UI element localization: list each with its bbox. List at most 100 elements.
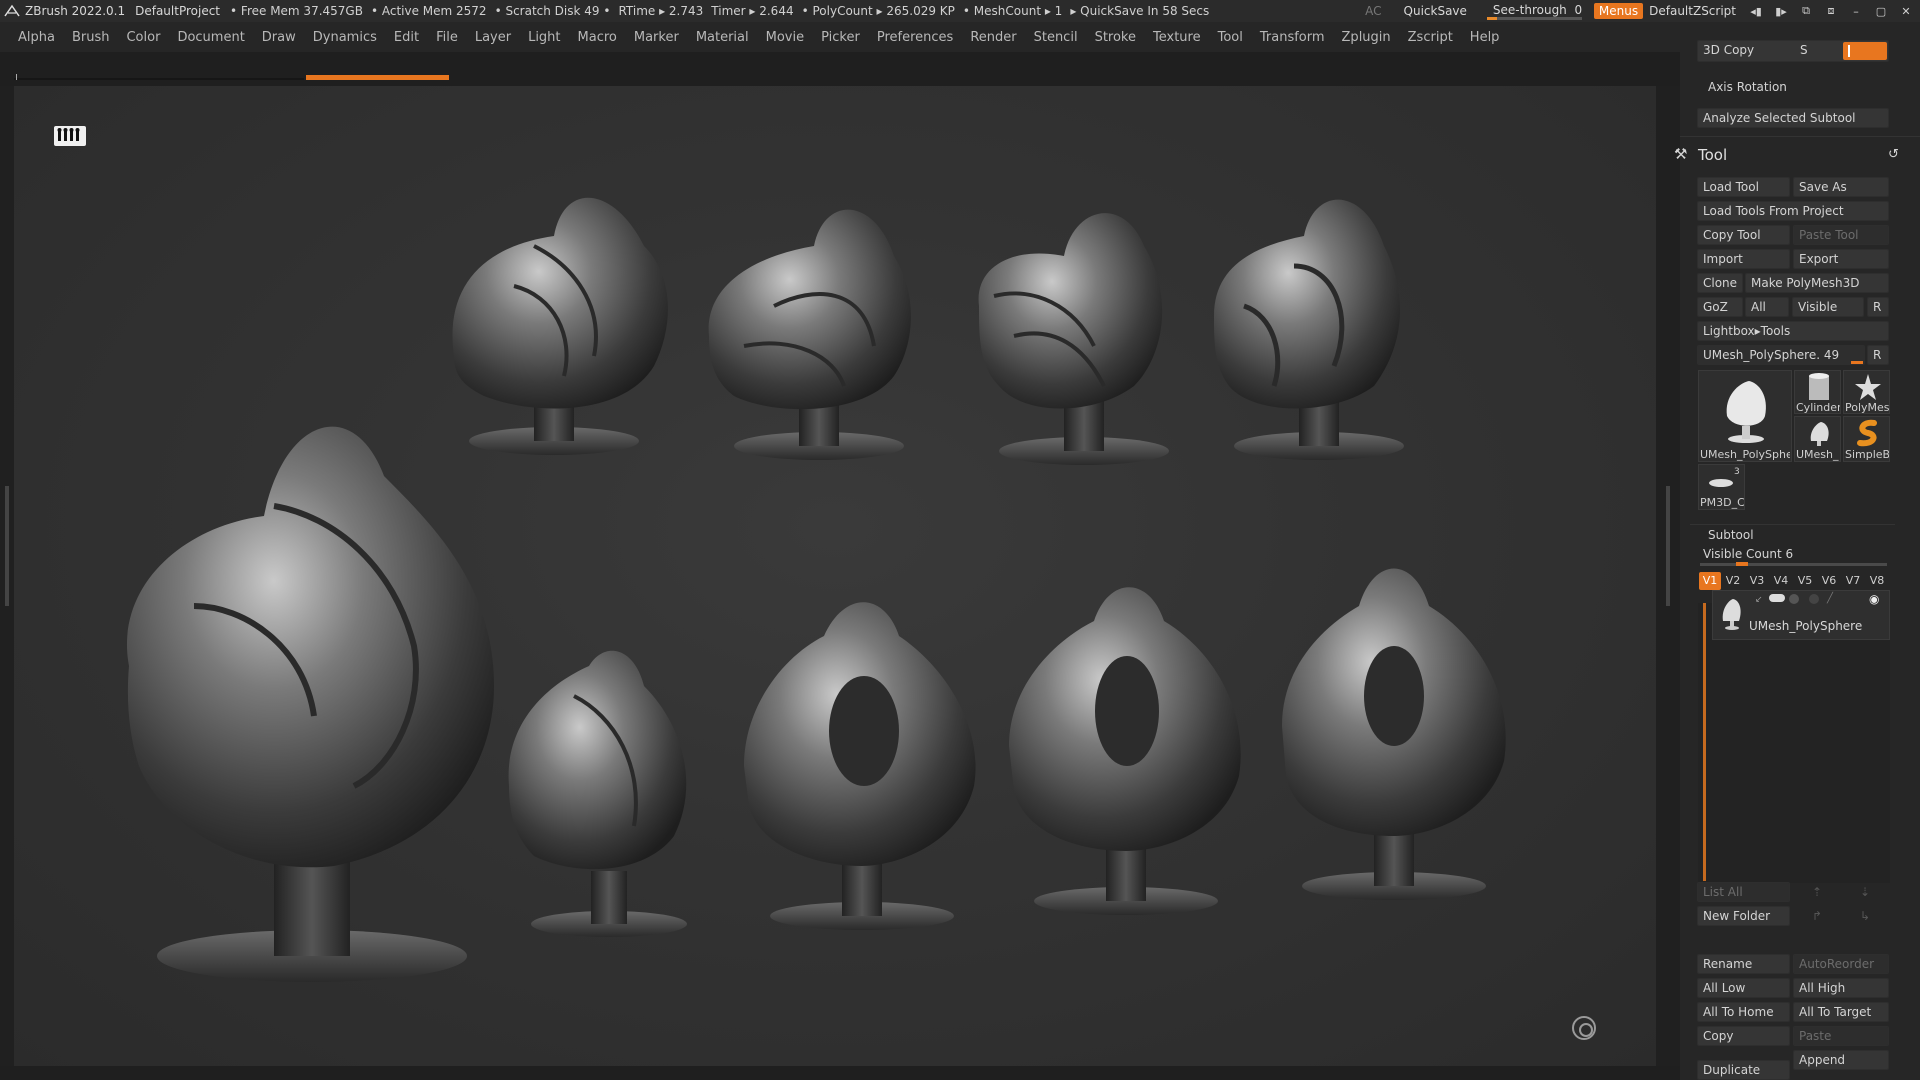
visibility-set-v1[interactable]: V1 [1699,572,1721,590]
list-all-button[interactable]: List All [1697,882,1790,902]
menu-preferences[interactable]: Preferences [877,30,953,45]
paste-button[interactable]: Paste [1793,1026,1889,1046]
see-through-slider[interactable]: See-through 0 [1486,2,1582,20]
subtool-toggle-icon[interactable] [1769,594,1785,602]
layout-left-icon[interactable]: ◂▮ [1748,4,1764,18]
subtool-pen-icon[interactable]: ╱ [1827,593,1833,604]
goz-visible-button[interactable]: Visible [1792,297,1864,317]
goz-all-button[interactable]: All [1745,297,1789,317]
tool-r-button[interactable]: R [1867,345,1889,365]
visible-count-slider[interactable]: Visible Count 6 [1703,547,1793,561]
menu-picker[interactable]: Picker [821,30,860,45]
visibility-set-v7[interactable]: V7 [1842,572,1864,590]
all-high-button[interactable]: All High [1793,978,1889,998]
perspective-gyro-icon[interactable] [1572,1016,1596,1040]
layout-right-icon[interactable]: ▮▸ [1773,4,1789,18]
menu-help[interactable]: Help [1470,30,1500,45]
menu-macro[interactable]: Macro [578,30,617,45]
right-tray-handle[interactable] [1666,486,1670,606]
folder-branch-icon[interactable]: ↳ [1860,909,1870,923]
menu-alpha[interactable]: Alpha [18,30,55,45]
load-tool-button[interactable]: Load Tool [1697,177,1790,197]
analyze-selected-subtool-button[interactable]: Analyze Selected Subtool [1697,108,1889,128]
visibility-set-v8[interactable]: V8 [1866,572,1888,590]
menu-dynamics[interactable]: Dynamics [313,30,377,45]
subtool-material-icon[interactable] [1809,594,1819,604]
menu-color[interactable]: Color [126,30,160,45]
current-tool-slider[interactable]: UMesh_PolySphere. 49 [1697,345,1865,365]
menu-tool[interactable]: Tool [1218,30,1243,45]
quicksave-button[interactable]: QuickSave [1404,4,1467,18]
subtool-item[interactable]: ↙ ╱ ◉ UMesh_PolySphere [1712,590,1890,640]
import-button[interactable]: Import [1697,249,1790,269]
tool-palette-title[interactable]: Tool [1698,146,1727,164]
copy-3d-button[interactable]: 3D Copy [1703,43,1754,57]
subtool-title[interactable]: Subtool [1708,528,1754,542]
ac-label[interactable]: AC [1365,4,1381,18]
default-zscript-button[interactable]: DefaultZScript [1649,4,1736,18]
make-polymesh3d-button[interactable]: Make PolyMesh3D [1745,273,1889,293]
lightbox-tools-button[interactable]: Lightbox▸Tools [1697,321,1889,341]
clone-button[interactable]: Clone [1697,273,1743,293]
menu-stroke[interactable]: Stroke [1095,30,1136,45]
paste-tool-button[interactable]: Paste Tool [1793,225,1889,245]
goz-button[interactable]: GoZ [1697,297,1743,317]
subtool-brush-icon[interactable]: ↙ [1755,595,1763,605]
subtool-polypaint-icon[interactable] [1789,594,1799,604]
move-down-icon[interactable]: ⇣ [1860,885,1870,899]
menu-transform[interactable]: Transform [1260,30,1325,45]
maximize-icon[interactable]: ▢ [1873,4,1889,18]
visibility-set-v5[interactable]: V5 [1794,572,1816,590]
visibility-set-v2[interactable]: V2 [1722,572,1744,590]
subtool-list[interactable] [1698,603,1890,883]
menu-render[interactable]: Render [970,30,1016,45]
new-folder-button[interactable]: New Folder [1697,906,1790,926]
subtool-eye-icon[interactable]: ◉ [1869,592,1879,606]
menu-zplugin[interactable]: Zplugin [1342,30,1391,45]
close-icon[interactable]: ✕ [1898,4,1914,18]
zbrush-logo-icon[interactable] [3,2,21,20]
axis-rotation-label[interactable]: Axis Rotation [1708,80,1787,94]
menu-draw[interactable]: Draw [262,30,296,45]
visibility-set-v4[interactable]: V4 [1770,572,1792,590]
minimize-icon[interactable]: – [1848,4,1864,18]
menu-movie[interactable]: Movie [766,30,804,45]
ui-layout-icon[interactable]: ⧉ [1798,4,1814,18]
menu-brush[interactable]: Brush [72,30,110,45]
move-up-icon[interactable]: ⇡ [1812,885,1822,899]
menu-light[interactable]: Light [528,30,560,45]
export-button[interactable]: Export [1793,249,1889,269]
menu-edit[interactable]: Edit [394,30,419,45]
save-as-button[interactable]: Save As [1793,177,1889,197]
all-to-home-button[interactable]: All To Home [1697,1002,1790,1022]
folder-arrow-icon[interactable]: ↱ [1812,909,1822,923]
left-tray-handle[interactable] [5,486,9,606]
reset-icon[interactable]: ↺ [1888,147,1899,162]
menu-stencil[interactable]: Stencil [1034,30,1078,45]
visibility-set-v6[interactable]: V6 [1818,572,1840,590]
ui-swap-icon[interactable]: ⧈ [1823,4,1839,18]
menus-button[interactable]: Menus [1593,3,1644,19]
menu-material[interactable]: Material [696,30,749,45]
menu-document[interactable]: Document [177,30,244,45]
load-tools-from-project-button[interactable]: Load Tools From Project [1697,201,1889,221]
copy-tool-button[interactable]: Copy Tool [1697,225,1790,245]
menu-file[interactable]: File [436,30,458,45]
autoreorder-button[interactable]: AutoReorder [1793,954,1889,974]
visibility-set-v3[interactable]: V3 [1746,572,1768,590]
menu-layer[interactable]: Layer [475,30,511,45]
menu-marker[interactable]: Marker [634,30,679,45]
subtool-scrollbar[interactable] [1703,603,1706,881]
all-low-button[interactable]: All Low [1697,978,1790,998]
menu-texture[interactable]: Texture [1153,30,1201,45]
goz-r-button[interactable]: R [1867,297,1889,317]
all-to-target-button[interactable]: All To Target [1793,1002,1889,1022]
document-canvas[interactable] [14,86,1656,1066]
tool-pin-icon[interactable]: ⚒ [1674,145,1687,163]
menu-zscript[interactable]: Zscript [1408,30,1453,45]
duplicate-button[interactable]: Duplicate [1697,1060,1790,1080]
copy-button[interactable]: Copy [1697,1026,1790,1046]
shelf-active-indicator[interactable] [306,75,449,80]
rename-button[interactable]: Rename [1697,954,1790,974]
append-button[interactable]: Append [1793,1050,1889,1070]
